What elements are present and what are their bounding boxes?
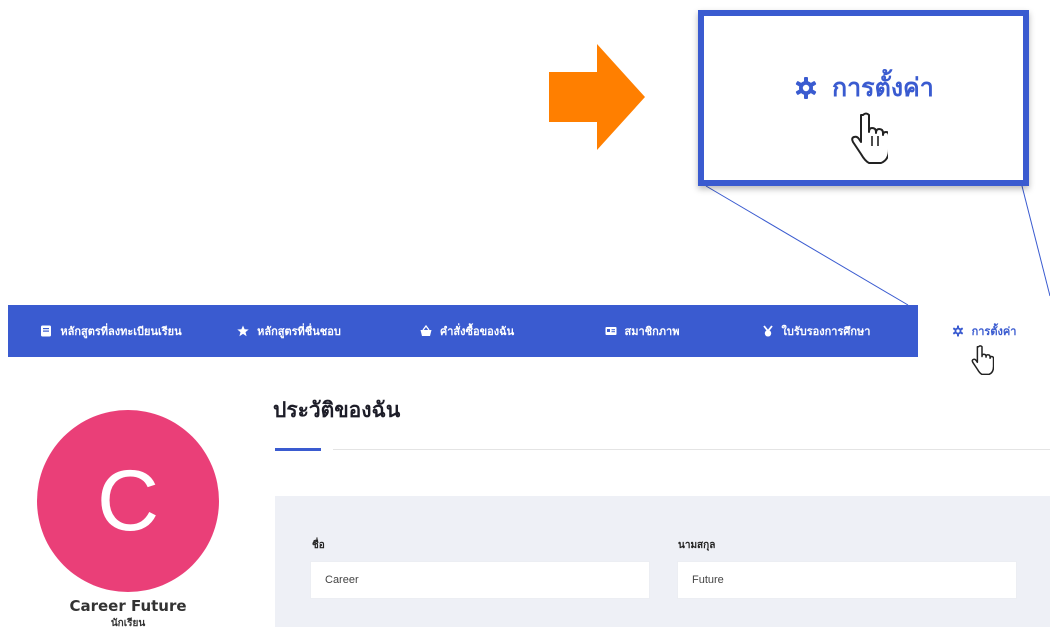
avatar: C [37, 410, 219, 592]
orange-arrow-icon [549, 44, 645, 150]
profile-role: นักเรียน [110, 618, 146, 629]
nav-item-my-orders[interactable]: คำสั่งซื้อของฉัน [364, 305, 570, 357]
nav-label: คำสั่งซื้อของฉัน [439, 325, 515, 338]
star-icon [237, 325, 249, 337]
last-name-field[interactable]: Future [677, 561, 1017, 599]
main-nav-bar: หลักสูตรที่ลงทะเบียนเรียน หลักสูตรที่ชื่… [8, 305, 1050, 357]
id-card-icon [605, 327, 617, 335]
title-divider [275, 449, 1050, 450]
title-divider-gap [321, 447, 333, 452]
nav-item-certificates[interactable]: ใบรับรองการศึกษา [714, 305, 918, 357]
first-name-label: ชื่อ [312, 540, 325, 551]
nav-label: หลักสูตรที่ลงทะเบียนเรียน [60, 325, 182, 338]
last-name-label: นามสกุล [678, 540, 716, 551]
gear-icon [795, 77, 817, 99]
zoomed-settings-button[interactable]: การตั้งค่า [794, 68, 934, 108]
certificate-icon [762, 325, 773, 337]
zoomed-settings-label: การตั้งค่า [832, 73, 934, 102]
title-accent-bar [275, 448, 321, 451]
gear-icon [952, 325, 963, 337]
nav-item-favorite-courses[interactable]: หลักสูตรที่ชื่นชอบ [214, 305, 364, 357]
profile-form-panel: ชื่อ Career นามสกุล Future [275, 496, 1050, 627]
basket-icon [420, 325, 432, 336]
hand-cursor-icon [851, 112, 888, 164]
nav-label: หลักสูตรที่ชื่นชอบ [257, 325, 341, 338]
nav-label: ใบรับรองการศึกษา [781, 325, 871, 338]
nav-label: การตั้งค่า [971, 325, 1017, 338]
first-name-field[interactable]: Career [310, 561, 650, 599]
page-title: ประวัติของฉัน [273, 398, 401, 422]
profile-name: Career Future [69, 597, 187, 615]
nav-label: สมาชิกภาพ [624, 325, 680, 338]
hand-cursor-icon [971, 345, 994, 375]
book-icon [41, 325, 52, 337]
nav-item-membership[interactable]: สมาชิกภาพ [570, 305, 714, 357]
nav-item-enrolled-courses[interactable]: หลักสูตรที่ลงทะเบียนเรียน [8, 305, 214, 357]
avatar-initial: C [96, 452, 160, 549]
zoomed-settings-callout: การตั้งค่า [698, 10, 1029, 186]
